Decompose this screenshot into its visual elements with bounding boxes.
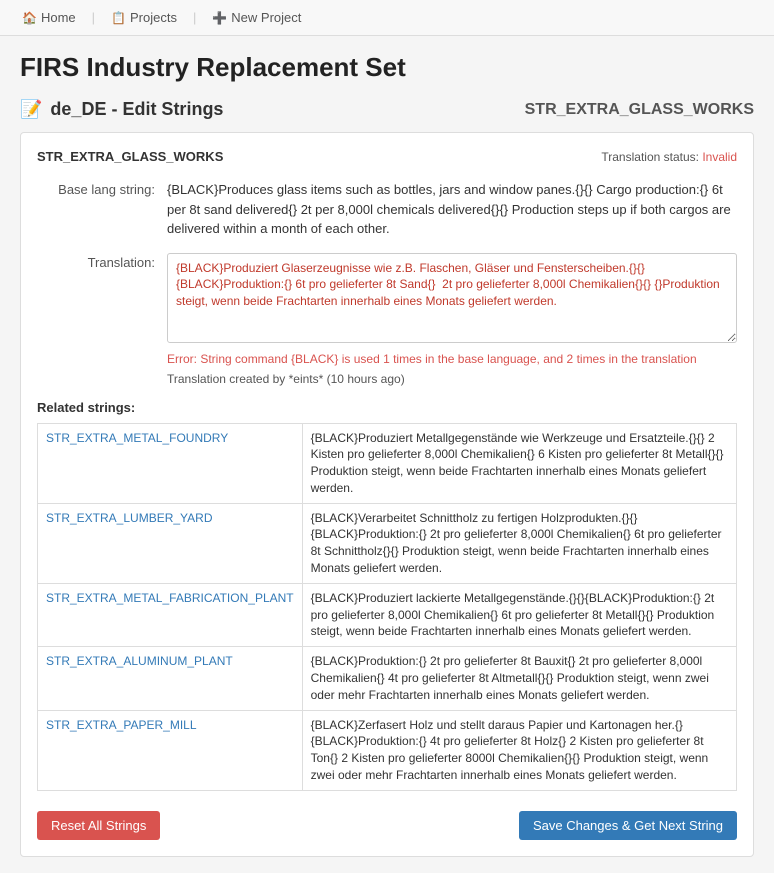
- reset-all-strings-button[interactable]: Reset All Strings: [37, 811, 160, 840]
- main-card: STR_EXTRA_GLASS_WORKS Translation status…: [20, 132, 754, 857]
- string-key-header: STR_EXTRA_GLASS_WORKS: [525, 101, 754, 119]
- related-strings-table: STR_EXTRA_METAL_FOUNDRY{BLACK}Produziert…: [37, 423, 737, 791]
- related-string-value: {BLACK}Produziert Metallgegenstände wie …: [302, 423, 736, 503]
- table-row: STR_EXTRA_METAL_FABRICATION_PLANT{BLACK}…: [38, 583, 737, 646]
- translation-meta: Translation created by *eints* (10 hours…: [167, 372, 737, 386]
- base-lang-row: Base lang string: {BLACK}Produces glass …: [37, 180, 737, 239]
- nav-new-project-label: New Project: [231, 10, 301, 25]
- save-changes-button[interactable]: Save Changes & Get Next String: [519, 811, 737, 840]
- related-string-key[interactable]: STR_EXTRA_METAL_FABRICATION_PLANT: [38, 583, 303, 646]
- projects-icon: 📋: [111, 11, 126, 25]
- translation-label: Translation:: [37, 253, 167, 270]
- related-string-key[interactable]: STR_EXTRA_ALUMINUM_PLANT: [38, 647, 303, 710]
- related-string-value: {BLACK}Produziert lackierte Metallgegens…: [302, 583, 736, 646]
- related-string-value: {BLACK}Produktion:{} 2t pro gelieferter …: [302, 647, 736, 710]
- nav-projects[interactable]: 📋 Projects: [101, 6, 187, 29]
- translation-status: Translation status: Invalid: [601, 150, 737, 164]
- related-string-key[interactable]: STR_EXTRA_LUMBER_YARD: [38, 503, 303, 583]
- string-header: STR_EXTRA_GLASS_WORKS Translation status…: [37, 149, 737, 164]
- home-icon: 🏠: [22, 11, 37, 25]
- translation-row: Translation: Error: String command {BLAC…: [37, 253, 737, 386]
- translation-textarea[interactable]: [167, 253, 737, 343]
- sub-header: 📝 de_DE - Edit Strings STR_EXTRA_GLASS_W…: [20, 99, 754, 120]
- translation-status-label: Translation status:: [601, 150, 702, 164]
- related-string-key[interactable]: STR_EXTRA_METAL_FOUNDRY: [38, 423, 303, 503]
- base-lang-content: {BLACK}Produces glass items such as bott…: [167, 180, 737, 239]
- nav-projects-label: Projects: [130, 10, 177, 25]
- page-container: FIRS Industry Replacement Set 📝 de_DE - …: [0, 36, 774, 873]
- table-row: STR_EXTRA_METAL_FOUNDRY{BLACK}Produziert…: [38, 423, 737, 503]
- related-string-value: {BLACK}Zerfasert Holz und stellt daraus …: [302, 710, 736, 790]
- nav-new-project[interactable]: ➕ New Project: [202, 6, 311, 29]
- table-row: STR_EXTRA_PAPER_MILL{BLACK}Zerfasert Hol…: [38, 710, 737, 790]
- string-name: STR_EXTRA_GLASS_WORKS: [37, 149, 223, 164]
- translation-status-value: Invalid: [702, 150, 737, 164]
- related-strings-title: Related strings:: [37, 400, 737, 415]
- related-string-key[interactable]: STR_EXTRA_PAPER_MILL: [38, 710, 303, 790]
- nav-home-label: Home: [41, 10, 76, 25]
- table-row: STR_EXTRA_ALUMINUM_PLANT{BLACK}Produktio…: [38, 647, 737, 710]
- related-string-value: {BLACK}Verarbeitet Schnittholz zu fertig…: [302, 503, 736, 583]
- sub-title: de_DE - Edit Strings: [50, 99, 223, 120]
- error-message: Error: String command {BLACK} is used 1 …: [167, 352, 737, 366]
- nav-sep-1: |: [92, 10, 95, 25]
- base-lang-label: Base lang string:: [37, 180, 167, 197]
- translation-content: Error: String command {BLACK} is used 1 …: [167, 253, 737, 386]
- new-project-icon: ➕: [212, 11, 227, 25]
- nav-home[interactable]: 🏠 Home: [12, 6, 86, 29]
- edit-icon: 📝: [20, 99, 42, 120]
- page-title: FIRS Industry Replacement Set: [20, 52, 754, 83]
- base-lang-text: {BLACK}Produces glass items such as bott…: [167, 180, 737, 239]
- nav-sep-2: |: [193, 10, 196, 25]
- footer-buttons: Reset All Strings Save Changes & Get Nex…: [37, 811, 737, 840]
- navbar: 🏠 Home | 📋 Projects | ➕ New Project: [0, 0, 774, 36]
- table-row: STR_EXTRA_LUMBER_YARD{BLACK}Verarbeitet …: [38, 503, 737, 583]
- sub-header-left: 📝 de_DE - Edit Strings: [20, 99, 223, 120]
